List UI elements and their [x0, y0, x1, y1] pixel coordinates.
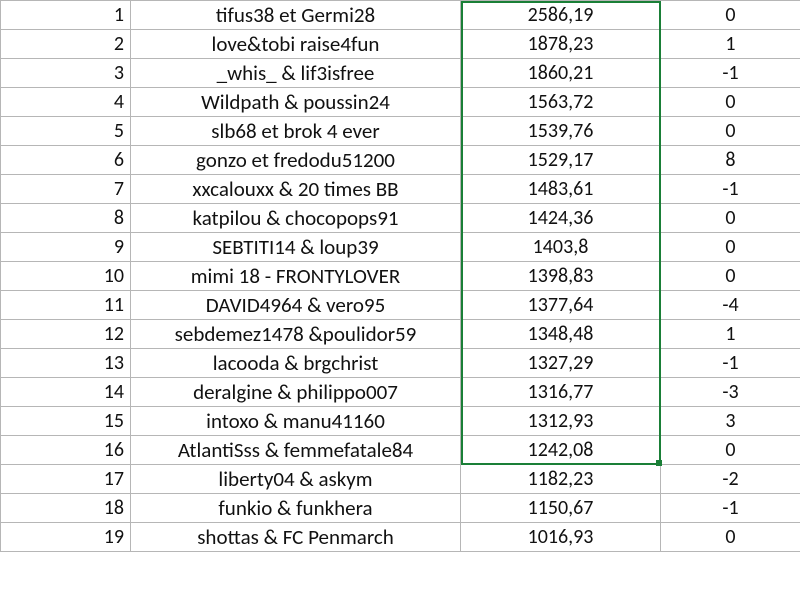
cell-rank[interactable]: 15 — [1, 407, 131, 436]
cell-delta[interactable]: 0 — [661, 233, 800, 262]
cell-delta[interactable]: -4 — [661, 291, 800, 320]
cell-name[interactable]: love&tobi raise4fun — [131, 30, 461, 59]
cell-delta[interactable]: 0 — [661, 117, 800, 146]
cell-name[interactable]: Wildpath & poussin24 — [131, 88, 461, 117]
cell-score[interactable]: 1403,8 — [461, 233, 661, 262]
cell-rank[interactable]: 4 — [1, 88, 131, 117]
table-row[interactable]: 17liberty04 & askym1182,23-2 — [1, 465, 800, 494]
cell-rank[interactable]: 12 — [1, 320, 131, 349]
cell-rank[interactable]: 3 — [1, 59, 131, 88]
cell-delta[interactable]: 0 — [661, 523, 800, 552]
cell-rank[interactable]: 10 — [1, 262, 131, 291]
cell-delta[interactable]: -1 — [661, 494, 800, 523]
cell-rank[interactable]: 16 — [1, 436, 131, 465]
cell-score[interactable]: 1529,17 — [461, 146, 661, 175]
cell-rank[interactable]: 18 — [1, 494, 131, 523]
table-row[interactable]: 14deralgine & philippo0071316,77-3 — [1, 378, 800, 407]
cell-name[interactable]: _whis_ & lif3isfree — [131, 59, 461, 88]
cell-name[interactable]: katpilou & chocopops91 — [131, 204, 461, 233]
table-row[interactable]: 16AtlantiSss & femmefatale841242,080 — [1, 436, 800, 465]
cell-score[interactable]: 1016,93 — [461, 523, 661, 552]
cell-score[interactable]: 1316,77 — [461, 378, 661, 407]
cell-score[interactable]: 2586,19 — [461, 1, 661, 30]
cell-name[interactable]: liberty04 & askym — [131, 465, 461, 494]
cell-score[interactable]: 1878,23 — [461, 30, 661, 59]
table-row[interactable]: 2love&tobi raise4fun1878,231 — [1, 30, 800, 59]
cell-name[interactable]: xxcalouxx & 20 times BB — [131, 175, 461, 204]
cell-score[interactable]: 1539,76 — [461, 117, 661, 146]
cell-rank[interactable]: 19 — [1, 523, 131, 552]
cell-score[interactable]: 1327,29 — [461, 349, 661, 378]
table-row[interactable]: 3_whis_ & lif3isfree1860,21-1 — [1, 59, 800, 88]
table-row[interactable]: 13lacooda & brgchrist1327,29-1 — [1, 349, 800, 378]
cell-name[interactable]: mimi 18 - FRONTYLOVER — [131, 262, 461, 291]
cell-score[interactable]: 1150,67 — [461, 494, 661, 523]
cell-delta[interactable]: 0 — [661, 204, 800, 233]
data-table[interactable]: 1tifus38 et Germi282586,1902love&tobi ra… — [0, 0, 800, 552]
cell-delta[interactable]: 0 — [661, 88, 800, 117]
cell-score[interactable]: 1348,48 — [461, 320, 661, 349]
cell-rank[interactable]: 7 — [1, 175, 131, 204]
cell-delta[interactable]: 1 — [661, 30, 800, 59]
cell-name[interactable]: shottas & FC Penmarch — [131, 523, 461, 552]
cell-delta[interactable]: 0 — [661, 436, 800, 465]
table-row[interactable]: 12sebdemez1478 &poulidor591348,481 — [1, 320, 800, 349]
cell-delta[interactable]: 8 — [661, 146, 800, 175]
cell-delta[interactable]: -3 — [661, 378, 800, 407]
table-row[interactable]: 10mimi 18 - FRONTYLOVER1398,830 — [1, 262, 800, 291]
table-row[interactable]: 6gonzo et fredodu512001529,178 — [1, 146, 800, 175]
table-row[interactable]: 5slb68 et brok 4 ever1539,760 — [1, 117, 800, 146]
cell-rank[interactable]: 14 — [1, 378, 131, 407]
cell-score[interactable]: 1312,93 — [461, 407, 661, 436]
cell-delta[interactable]: 0 — [661, 262, 800, 291]
table-row[interactable]: 4Wildpath & poussin241563,720 — [1, 88, 800, 117]
cell-score[interactable]: 1563,72 — [461, 88, 661, 117]
cell-name[interactable]: intoxo & manu41160 — [131, 407, 461, 436]
table-row[interactable]: 1tifus38 et Germi282586,190 — [1, 1, 800, 30]
cell-name[interactable]: gonzo et fredodu51200 — [131, 146, 461, 175]
table-row[interactable]: 11DAVID4964 & vero951377,64-4 — [1, 291, 800, 320]
table-row[interactable]: 19shottas & FC Penmarch1016,930 — [1, 523, 800, 552]
cell-rank[interactable]: 11 — [1, 291, 131, 320]
cell-score[interactable]: 1377,64 — [461, 291, 661, 320]
cell-name[interactable]: funkio & funkhera — [131, 494, 461, 523]
cell-score[interactable]: 1860,21 — [461, 59, 661, 88]
cell-rank[interactable]: 17 — [1, 465, 131, 494]
cell-score[interactable]: 1398,83 — [461, 262, 661, 291]
cell-delta[interactable]: -2 — [661, 465, 800, 494]
cell-score[interactable]: 1242,08 — [461, 436, 661, 465]
cell-score[interactable]: 1483,61 — [461, 175, 661, 204]
cell-name[interactable]: AtlantiSss & femmefatale84 — [131, 436, 461, 465]
cell-name[interactable]: slb68 et brok 4 ever — [131, 117, 461, 146]
cell-delta[interactable]: -1 — [661, 349, 800, 378]
cell-name[interactable]: lacooda & brgchrist — [131, 349, 461, 378]
cell-name[interactable]: SEBTITI14 & loup39 — [131, 233, 461, 262]
table-row[interactable]: 15intoxo & manu411601312,933 — [1, 407, 800, 436]
cell-delta[interactable]: 1 — [661, 320, 800, 349]
table-row[interactable]: 7xxcalouxx & 20 times BB1483,61-1 — [1, 175, 800, 204]
cell-score[interactable]: 1182,23 — [461, 465, 661, 494]
cell-delta[interactable]: 3 — [661, 407, 800, 436]
spreadsheet-region: 1tifus38 et Germi282586,1902love&tobi ra… — [0, 0, 800, 601]
cell-rank[interactable]: 8 — [1, 204, 131, 233]
table-row[interactable]: 9SEBTITI14 & loup391403,80 — [1, 233, 800, 262]
cell-delta[interactable]: -1 — [661, 175, 800, 204]
cell-name[interactable]: tifus38 et Germi28 — [131, 1, 461, 30]
table-row[interactable]: 18funkio & funkhera1150,67-1 — [1, 494, 800, 523]
cell-score[interactable]: 1424,36 — [461, 204, 661, 233]
cell-rank[interactable]: 13 — [1, 349, 131, 378]
cell-rank[interactable]: 9 — [1, 233, 131, 262]
cell-rank[interactable]: 6 — [1, 146, 131, 175]
cell-rank[interactable]: 5 — [1, 117, 131, 146]
cell-rank[interactable]: 1 — [1, 1, 131, 30]
cell-rank[interactable]: 2 — [1, 30, 131, 59]
cell-name[interactable]: DAVID4964 & vero95 — [131, 291, 461, 320]
cell-name[interactable]: deralgine & philippo007 — [131, 378, 461, 407]
cell-delta[interactable]: -1 — [661, 59, 800, 88]
cell-delta[interactable]: 0 — [661, 1, 800, 30]
table-row[interactable]: 8katpilou & chocopops911424,360 — [1, 204, 800, 233]
cell-name[interactable]: sebdemez1478 &poulidor59 — [131, 320, 461, 349]
